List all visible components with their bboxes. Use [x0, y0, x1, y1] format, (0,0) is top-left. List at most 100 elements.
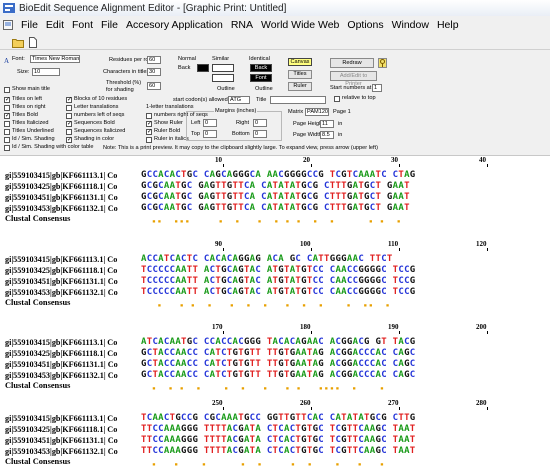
sequence-option-checkbox-3[interactable]: ✓ — [66, 121, 72, 127]
ruler-option-checkbox-1[interactable]: ✓ — [146, 121, 152, 127]
title-option-label-6: Id / Sim. Shading with color table — [12, 144, 94, 150]
ruler-number: 20 — [303, 156, 310, 164]
characters-in-titles-label: Characters in titles — [103, 69, 150, 75]
identical-font-swatch[interactable]: Font — [250, 74, 272, 82]
title-option-label-1: Titles on right — [12, 104, 46, 110]
menu-file-2[interactable]: File — [97, 19, 122, 31]
similar-font-swatch[interactable] — [212, 74, 234, 82]
start-codon-select[interactable]: ATG — [228, 96, 250, 104]
menu-edit[interactable]: Edit — [42, 19, 68, 31]
ruler-number: 90 — [215, 240, 222, 248]
menu-font[interactable]: Font — [68, 19, 97, 31]
page-width-unit: in — [338, 132, 343, 138]
clustal-consensus-label: Clustal Consensus — [5, 214, 71, 223]
canvas-color-button[interactable]: Canvas — [288, 58, 312, 66]
clustal-consensus-label: Clustal Consensus — [5, 457, 71, 466]
matrix-select[interactable]: PAM120 — [305, 108, 329, 116]
ruler-number: 10 — [215, 156, 222, 164]
bioedit-window: BioEdit Sequence Alignment Editor - [Gra… — [0, 0, 550, 469]
ruler-number: 170 — [212, 323, 223, 331]
sequence-option-checkbox-5[interactable]: ✓ — [66, 137, 72, 143]
document-menu-icon[interactable] — [3, 19, 15, 30]
page-height-field[interactable]: 11 — [320, 120, 334, 128]
ruler-color-button[interactable]: Ruler — [288, 82, 312, 91]
titles-color-button[interactable]: Titles — [288, 70, 312, 79]
ruler-tick — [223, 407, 224, 410]
menu-rna[interactable]: RNA — [227, 19, 257, 31]
title-option-checkbox-4[interactable] — [4, 129, 10, 135]
residues-per-row-field[interactable]: 60 — [147, 56, 161, 64]
consensus-marks: ▪ ▪ ▪ ▪ ▪ ▪ ▪ ▪ ▪ ▪▪▪▪ ▪ ▪ — [141, 385, 397, 392]
title-option-checkbox-1[interactable] — [4, 105, 10, 111]
letter-translations-label: 1-letter translations — [146, 104, 194, 110]
ruler-option-checkbox-2[interactable]: ✓ — [146, 129, 152, 135]
print-options-panel: A Font: Times New Roman Size: 10 Show ma… — [0, 50, 550, 156]
threshold-field[interactable]: 60 — [147, 82, 161, 90]
sequence-residues: GCGCAATGC GAGTTGTTCA CATATATGCG CTTTGATG… — [141, 181, 410, 191]
sequence-name: gi|559103453|gb|KF661132.1| Co — [5, 288, 118, 297]
menu-accessory-application[interactable]: Accesory Application — [122, 19, 227, 31]
ruler-number: 200 — [476, 323, 487, 331]
menu-world-wide-web[interactable]: World Wide Web — [257, 19, 343, 31]
toolbar — [0, 33, 550, 50]
font-select[interactable]: Times New Roman — [30, 55, 80, 63]
sequence-option-checkbox-4[interactable] — [66, 129, 72, 135]
alignment-preview[interactable]: 10 20 30 40 gi|559103415|gb|KF661113.1| Co GC… — [0, 156, 550, 469]
title-option-checkbox-5[interactable] — [4, 137, 10, 143]
margin-bottom-field[interactable]: 0 — [253, 130, 267, 138]
ruler-option-checkbox-3[interactable] — [146, 137, 152, 143]
sequence-name: gi|559103415|gb|KF661113.1| Co — [5, 171, 118, 180]
matrix-label: Matrix — [288, 109, 304, 115]
key-icon[interactable] — [378, 58, 387, 68]
sequence-residues: GCTACCAACC CATCTGTGTT TTGTGAATAG ACGGACC… — [141, 348, 416, 358]
open-folder-icon[interactable] — [12, 35, 24, 48]
page-width-field[interactable]: 8.5 — [320, 131, 334, 139]
ruler-tick — [311, 407, 312, 410]
sequence-residues: ACCATCACTC CACACAGGAG ACA GC CATTGGGAAC … — [141, 254, 393, 264]
ruler-option-checkbox-0[interactable] — [146, 113, 152, 119]
menu-help[interactable]: Help — [433, 19, 463, 31]
consensus-marks: ▪▪ ▪▪▪ ▪ ▪ ▪ ▪ ▪ ▪ ▪ ▪ ▪ ▪ ▪ — [141, 218, 408, 225]
ruler-number: 250 — [212, 399, 223, 407]
sequence-option-checkbox-2[interactable] — [66, 113, 72, 119]
sequence-name: gi|559103425|gb|KF661118.1| Co — [5, 182, 118, 191]
sequence-option-checkbox-1[interactable] — [66, 105, 72, 111]
identical-back-swatch[interactable]: Back — [250, 64, 272, 72]
sequence-residues: GCGCAATGC GAGTTGTTCA CATATATGCG CTTTGATG… — [141, 203, 410, 213]
menu-options[interactable]: Options — [343, 19, 387, 31]
sequence-option-label-3: Sequences Bold — [74, 120, 115, 126]
relative-to-top-checkbox[interactable] — [334, 96, 340, 102]
new-document-icon[interactable] — [28, 35, 40, 48]
menu-window[interactable]: Window — [388, 19, 433, 31]
title-option-checkbox-0[interactable]: ✓ — [4, 97, 10, 103]
margin-top-field[interactable]: 0 — [203, 130, 217, 138]
margin-right-field[interactable]: 0 — [253, 119, 267, 127]
sequence-name: gi|559103425|gb|KF661118.1| Co — [5, 349, 118, 358]
size-select[interactable]: 10 — [32, 68, 60, 76]
redraw-button[interactable]: Redraw — [330, 58, 374, 68]
sequence-option-checkbox-0[interactable]: ✓ — [66, 97, 72, 103]
ruler-tick — [487, 164, 488, 167]
alignment-block: 10 20 30 40 gi|559103415|gb|KF661113.1| Co GC… — [0, 156, 550, 226]
show-main-title-checkbox[interactable] — [4, 87, 10, 93]
similar-back-swatch[interactable] — [212, 64, 234, 72]
position-ruler: 170 180 190 200 — [0, 323, 550, 334]
title-option-label-2: Titles Bold — [12, 112, 38, 118]
font-label: Font: — [12, 56, 25, 62]
add-to-printer-button[interactable]: Add/Edit to Printer — [330, 71, 377, 87]
window-title: BioEdit Sequence Alignment Editor - [Gra… — [19, 2, 287, 14]
sequence-option-label-2: numbers left of seqs — [74, 112, 125, 118]
title-option-checkbox-2[interactable]: ✓ — [4, 113, 10, 119]
title-option-checkbox-3[interactable] — [4, 121, 10, 127]
title-option-checkbox-6[interactable] — [4, 145, 10, 151]
margin-left-field[interactable]: 0 — [203, 119, 217, 127]
normal-back-swatch[interactable] — [197, 64, 209, 72]
ruler-tick — [487, 248, 488, 251]
title-field[interactable] — [270, 96, 326, 104]
ruler-tick — [311, 331, 312, 334]
menu-file[interactable]: File — [17, 19, 42, 31]
characters-in-titles-field[interactable]: 30 — [147, 68, 161, 76]
start-numbers-at-field[interactable]: 1 — [372, 84, 382, 92]
position-ruler: 90 100 110 120 — [0, 240, 550, 251]
title-option-label-0: Titles on left — [12, 96, 42, 102]
